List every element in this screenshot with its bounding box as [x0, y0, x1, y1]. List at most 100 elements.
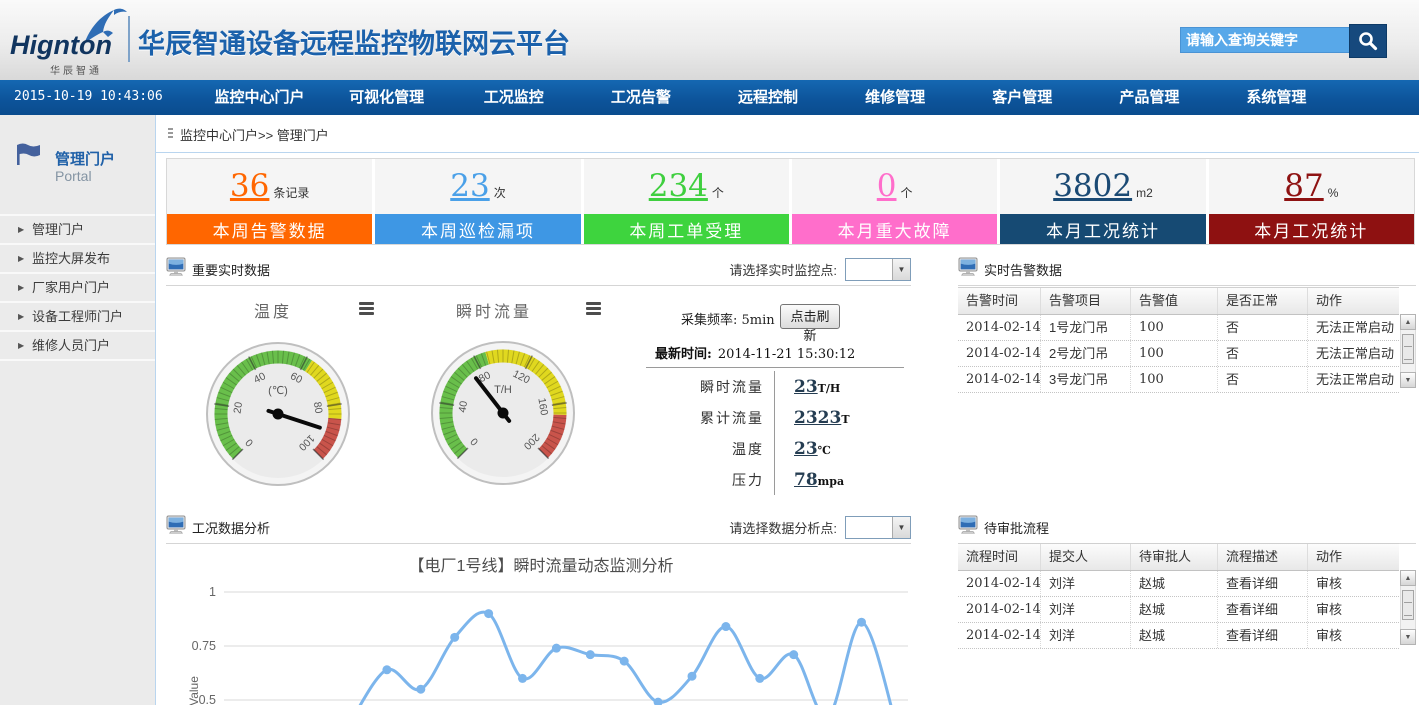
sidebar-item[interactable]: ▶管理门户: [0, 216, 155, 245]
temperature-gauge: 020406080100(℃): [203, 339, 353, 489]
sidebar-item[interactable]: ▶监控大屏发布: [0, 245, 155, 274]
main-nav: 2015-10-19 10:43:06 监控中心门户可视化管理工况监控工况告警远…: [0, 80, 1419, 115]
stat-label-bar[interactable]: 本周告警数据: [167, 214, 372, 244]
realtime-point-select[interactable]: ▼: [845, 258, 911, 281]
realtime-select-label: 请选择实时监控点:: [729, 260, 837, 279]
scroll-up-icon[interactable]: ▲: [1400, 314, 1416, 330]
metric-value[interactable]: 78: [794, 470, 818, 490]
stat-card[interactable]: 3802 m2 本月工况统计: [1000, 159, 1205, 244]
table-cell[interactable]: 查看详细: [1218, 623, 1308, 648]
scroll-down-icon[interactable]: ▼: [1400, 372, 1416, 388]
stat-value-area: 3802 m2: [1000, 159, 1205, 214]
nav-item[interactable]: 工况告警: [577, 80, 704, 115]
gauge-flow-title: 瞬时流量: [456, 298, 532, 322]
nav-item[interactable]: 维修管理: [832, 80, 959, 115]
section-realtime-title: 重要实时数据: [192, 260, 270, 279]
nav-item[interactable]: 工况监控: [450, 80, 577, 115]
scroll-up-icon[interactable]: ▲: [1400, 570, 1416, 586]
metric-label: 瞬时流量: [646, 377, 778, 397]
stat-card[interactable]: 0个本月重大故障: [792, 159, 997, 244]
metric-label: 温度: [646, 439, 778, 459]
alarms-scrollbar[interactable]: ▲ ▼: [1400, 314, 1416, 388]
stat-card[interactable]: 23次本周巡检漏项: [375, 159, 580, 244]
scrollbar-thumb[interactable]: [1402, 334, 1414, 364]
nav-item[interactable]: 客户管理: [959, 80, 1086, 115]
scrollbar-thumb[interactable]: [1402, 590, 1414, 620]
sidebar: 管理门户 Portal ▶管理门户▶监控大屏发布▶厂家用户门户▶设备工程师门户▶…: [0, 115, 155, 705]
section-analysis-title: 工况数据分析: [192, 518, 270, 537]
metric-row: 累计流量2323T: [646, 402, 904, 433]
analysis-point-select[interactable]: ▼: [845, 516, 911, 539]
stat-card[interactable]: 87%本月工况统计: [1209, 159, 1414, 244]
stat-label-bar[interactable]: 本月重大故障: [792, 214, 997, 244]
action-link[interactable]: 无法正常启动: [1308, 315, 1399, 340]
metric-row: 瞬时流量23T/H: [646, 371, 904, 402]
stat-value-area: 0个: [792, 159, 997, 214]
search-icon: [1357, 30, 1379, 52]
nav-items: 监控中心门户可视化管理工况监控工况告警远程控制维修管理客户管理产品管理系统管理: [196, 80, 1340, 115]
stat-label-bar[interactable]: 本周巡检漏项: [375, 214, 580, 244]
stat-label-bar[interactable]: 本月工况统计: [1209, 214, 1414, 244]
table-cell: 3号龙门吊: [1041, 367, 1131, 392]
stat-number[interactable]: 87: [1284, 171, 1323, 202]
stat-label-bar[interactable]: 本月工况统计: [1000, 214, 1205, 244]
action-link[interactable]: 无法正常启动: [1308, 367, 1399, 392]
sidebar-item-label: 管理门户: [32, 222, 84, 237]
nav-item[interactable]: 监控中心门户: [196, 80, 323, 115]
stat-number[interactable]: 234: [649, 171, 708, 202]
table-cell[interactable]: 否: [1218, 367, 1308, 392]
stat-label-bar[interactable]: 本周工单受理: [584, 214, 789, 244]
nav-item[interactable]: 产品管理: [1086, 80, 1213, 115]
monitor-icon: [166, 515, 186, 534]
stat-number[interactable]: 36: [230, 171, 269, 202]
metric-label: 压力: [646, 470, 778, 490]
stat-card[interactable]: 234个本周工单受理: [584, 159, 789, 244]
table-cell[interactable]: 否: [1218, 315, 1308, 340]
gauge-temp-menu-icon[interactable]: [359, 302, 374, 315]
scroll-down-icon[interactable]: ▼: [1400, 629, 1416, 645]
chevron-down-icon[interactable]: ▼: [892, 259, 910, 280]
table-cell[interactable]: 否: [1218, 341, 1308, 366]
sidebar-item-label: 维修人员门户: [32, 338, 110, 353]
sidebar-item[interactable]: ▶设备工程师门户: [0, 303, 155, 332]
action-link[interactable]: 审核: [1308, 623, 1399, 648]
search-button[interactable]: [1349, 24, 1387, 58]
stat-unit: m2: [1136, 186, 1153, 200]
nav-item[interactable]: 系统管理: [1213, 80, 1340, 115]
stat-number[interactable]: 3802: [1053, 171, 1132, 202]
search-input[interactable]: [1180, 27, 1350, 53]
bullet-arrow-icon: ▶: [18, 274, 24, 301]
nav-item[interactable]: 可视化管理: [323, 80, 450, 115]
metric-value[interactable]: 23: [794, 377, 818, 397]
table-cell[interactable]: 查看详细: [1218, 571, 1308, 596]
stat-number[interactable]: 0: [877, 171, 897, 202]
table-cell: 刘洋: [1041, 623, 1131, 648]
column-header: 动作: [1308, 544, 1399, 570]
chevron-down-icon[interactable]: ▼: [892, 517, 910, 538]
action-link[interactable]: 审核: [1308, 571, 1399, 596]
sidebar-item[interactable]: ▶维修人员门户: [0, 332, 155, 361]
metric-value[interactable]: 23: [794, 439, 818, 459]
monitor-icon: [166, 257, 186, 276]
bullet-arrow-icon: ▶: [18, 245, 24, 272]
column-header: 提交人: [1041, 544, 1131, 570]
monitor-icon: [958, 257, 978, 276]
svg-text:40: 40: [456, 400, 470, 414]
breadcrumb-text: 监控中心门户>> 管理门户: [180, 125, 329, 144]
scrollbar-track[interactable]: [1400, 586, 1416, 629]
scrollbar-track[interactable]: [1400, 330, 1416, 372]
metric-value[interactable]: 2323: [794, 408, 841, 428]
stat-value-area: 87%: [1209, 159, 1414, 214]
action-link[interactable]: 无法正常启动: [1308, 341, 1399, 366]
action-link[interactable]: 审核: [1308, 597, 1399, 622]
gauge-flow-menu-icon[interactable]: [586, 302, 601, 315]
stat-card[interactable]: 36条记录本周告警数据: [167, 159, 372, 244]
sidebar-item[interactable]: ▶厂家用户门户: [0, 274, 155, 303]
refresh-button[interactable]: 点击刷新: [780, 304, 840, 329]
approvals-scrollbar[interactable]: ▲ ▼: [1400, 570, 1416, 645]
nav-item[interactable]: 远程控制: [704, 80, 831, 115]
table-cell[interactable]: 查看详细: [1218, 597, 1308, 622]
logo-text: Hignton: [10, 30, 112, 61]
stat-number[interactable]: 23: [450, 171, 489, 202]
stat-unit: %: [1328, 186, 1339, 200]
